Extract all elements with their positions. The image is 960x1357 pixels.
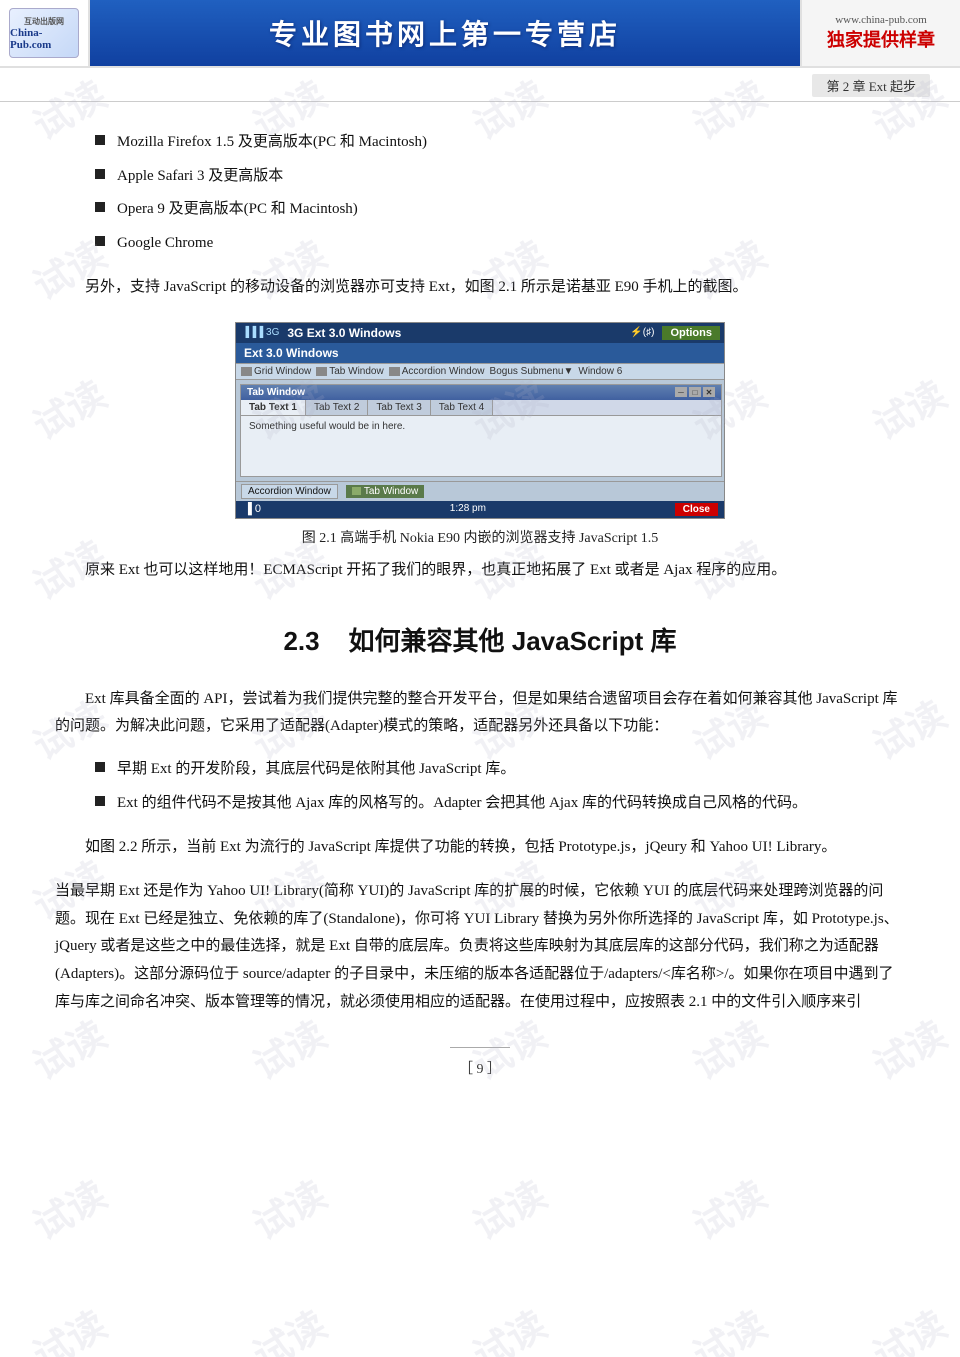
para2: 原来 Ext 也可以这样地用！ECMAScript 开拓了我们的眼界，也真正地拓… (55, 557, 905, 585)
section-heading: 2.3 如何兼容其他 JavaScript 库 (55, 621, 905, 658)
para3: Ext 库具备全面的 API，尝试着为我们提供完整的整合开发平台，但是如果结合遗… (55, 686, 905, 742)
list-item: Mozilla Firefox 1.5 及更高版本(PC 和 Macintosh… (95, 130, 905, 156)
logo-top-text: 互动出版网 (24, 16, 64, 27)
phone-app-name: 3G Ext 3.0 Windows (287, 326, 622, 340)
phone-tabs: Tab Text 1 Tab Text 2 Tab Text 3 Tab Tex… (241, 400, 721, 416)
logo-main-text: China-Pub.com (10, 27, 78, 51)
bullet-icon (95, 135, 105, 145)
phone-status-bar: ▐ 0 1:28 pm Close (236, 501, 725, 518)
tab-3: Tab Text 3 (368, 400, 430, 415)
list-item-text: Mozilla Firefox 1.5 及更高版本(PC 和 Macintosh… (117, 130, 427, 156)
minimize-icon: ─ (675, 387, 687, 397)
nav-item-tab: Tab Window (316, 366, 383, 377)
figure-image: ▐▐▐ 3G 3G Ext 3.0 Windows ⚡(♯) Options E… (235, 322, 725, 519)
accordion-label: Accordion Window (241, 484, 338, 499)
header-center-title: 专业图书网上第一专营店 (269, 13, 621, 53)
phone-signal: ▐▐▐ 3G (242, 327, 279, 338)
list-item-text: Apple Safari 3 及更高版本 (117, 164, 283, 190)
phone-nav-bar: Grid Window Tab Window Accordion Window … (236, 363, 725, 380)
phone-app-title: Ext 3.0 Windows (236, 343, 725, 363)
maximize-icon: □ (689, 387, 701, 397)
bullet-icon (95, 796, 105, 806)
phone-signal-icon: ⚡(♯) (630, 327, 654, 338)
bullet-icon (95, 762, 105, 772)
header-right: www.china-pub.com 独家提供样章 (800, 0, 960, 66)
nav-item-accordion: Accordion Window (389, 366, 485, 377)
phone-content-text: Something useful would be in here. (249, 421, 405, 432)
phone-inner-window: Tab Window ─ □ ✕ Tab Text 1 Tab Text 2 T… (240, 384, 722, 477)
para5: 当最早期 Ext 还是作为 Yahoo UI! Library(简称 YUI)的… (55, 878, 905, 1017)
nav-item-bogus: Bogus Submenu▼ (490, 366, 574, 377)
list-item-text: Google Chrome (117, 231, 213, 257)
phone-content-area: Something useful would be in here. (241, 416, 721, 476)
phone-window-titlebar: Tab Window ─ □ ✕ (241, 385, 721, 400)
logo-box: 互动出版网 China-Pub.com (9, 8, 79, 58)
tab-4: Tab Text 4 (431, 400, 493, 415)
chapter-bar: 第 2 章 Ext 起步 (0, 68, 960, 102)
chapter-bar-text: 第 2 章 Ext 起步 (812, 74, 930, 97)
tab-window-label: Tab Window (346, 485, 424, 498)
page-number-area: ［ 9 ］ (55, 1047, 905, 1098)
close-icon: ✕ (703, 387, 715, 397)
bullet-icon (95, 169, 105, 179)
main-content: Mozilla Firefox 1.5 及更高版本(PC 和 Macintosh… (0, 102, 960, 1138)
status-left: ▐ 0 (244, 503, 261, 516)
phone-top-bar: ▐▐▐ 3G 3G Ext 3.0 Windows ⚡(♯) Options (236, 323, 725, 343)
page-header: 互动出版网 China-Pub.com 专业图书网上第一专营店 www.chin… (0, 0, 960, 68)
list-item: Google Chrome (95, 231, 905, 257)
tab-2: Tab Text 2 (306, 400, 368, 415)
list-item: Ext 的组件代码不是按其他 Ajax 库的风格写的。Adapter 会把其他 … (95, 791, 905, 817)
list-item: 早期 Ext 的开发阶段，其底层代码是依附其他 JavaScript 库。 (95, 757, 905, 783)
phone-window-controls: ─ □ ✕ (675, 387, 715, 397)
phone-window-title: Tab Window (247, 387, 305, 398)
phone-screen: ▐▐▐ 3G 3G Ext 3.0 Windows ⚡(♯) Options E… (236, 323, 725, 518)
list-item-text: Opera 9 及更高版本(PC 和 Macintosh) (117, 197, 358, 223)
intro-paragraph: 另外，支持 JavaScript 的移动设备的浏览器亦可支持 Ext，如图 2.… (55, 274, 905, 302)
nav-item-grid: Grid Window (241, 366, 311, 377)
close-button: Close (675, 503, 718, 516)
tab-1: Tab Text 1 (241, 400, 306, 415)
figure-caption: 图 2.1 高端手机 Nokia E90 内嵌的浏览器支持 JavaScript… (302, 527, 659, 547)
section-number: 2.3 (283, 626, 319, 656)
status-time: 1:28 pm (450, 503, 486, 516)
page-number: ［ 9 ］ (450, 1047, 510, 1078)
browser-list: Mozilla Firefox 1.5 及更高版本(PC 和 Macintosh… (95, 130, 905, 256)
para4: 如图 2.2 所示，当前 Ext 为流行的 JavaScript 库提供了功能的… (55, 834, 905, 862)
phone-options-btn: Options (662, 326, 720, 340)
logo-area: 互动出版网 China-Pub.com (0, 0, 90, 66)
header-url: www.china-pub.com (835, 14, 927, 26)
header-slogan: 独家提供样章 (827, 26, 935, 52)
adapter-list: 早期 Ext 的开发阶段，其底层代码是依附其他 JavaScript 库。 Ex… (95, 757, 905, 816)
bullet-icon (95, 202, 105, 212)
figure-container: ▐▐▐ 3G 3G Ext 3.0 Windows ⚡(♯) Options E… (230, 322, 730, 547)
list-item-text: 早期 Ext 的开发阶段，其底层代码是依附其他 JavaScript 库。 (117, 757, 515, 783)
list-item-text: Ext 的组件代码不是按其他 Ajax 库的风格写的。Adapter 会把其他 … (117, 791, 807, 817)
section-title: 如何兼容其他 JavaScript 库 (349, 626, 677, 656)
nav-item-window6: Window 6 (578, 366, 622, 377)
bullet-icon (95, 236, 105, 246)
list-item: Apple Safari 3 及更高版本 (95, 164, 905, 190)
list-item: Opera 9 及更高版本(PC 和 Macintosh) (95, 197, 905, 223)
header-center: 专业图书网上第一专营店 (90, 0, 800, 66)
phone-accordion-bar: Accordion Window Tab Window (236, 481, 725, 501)
